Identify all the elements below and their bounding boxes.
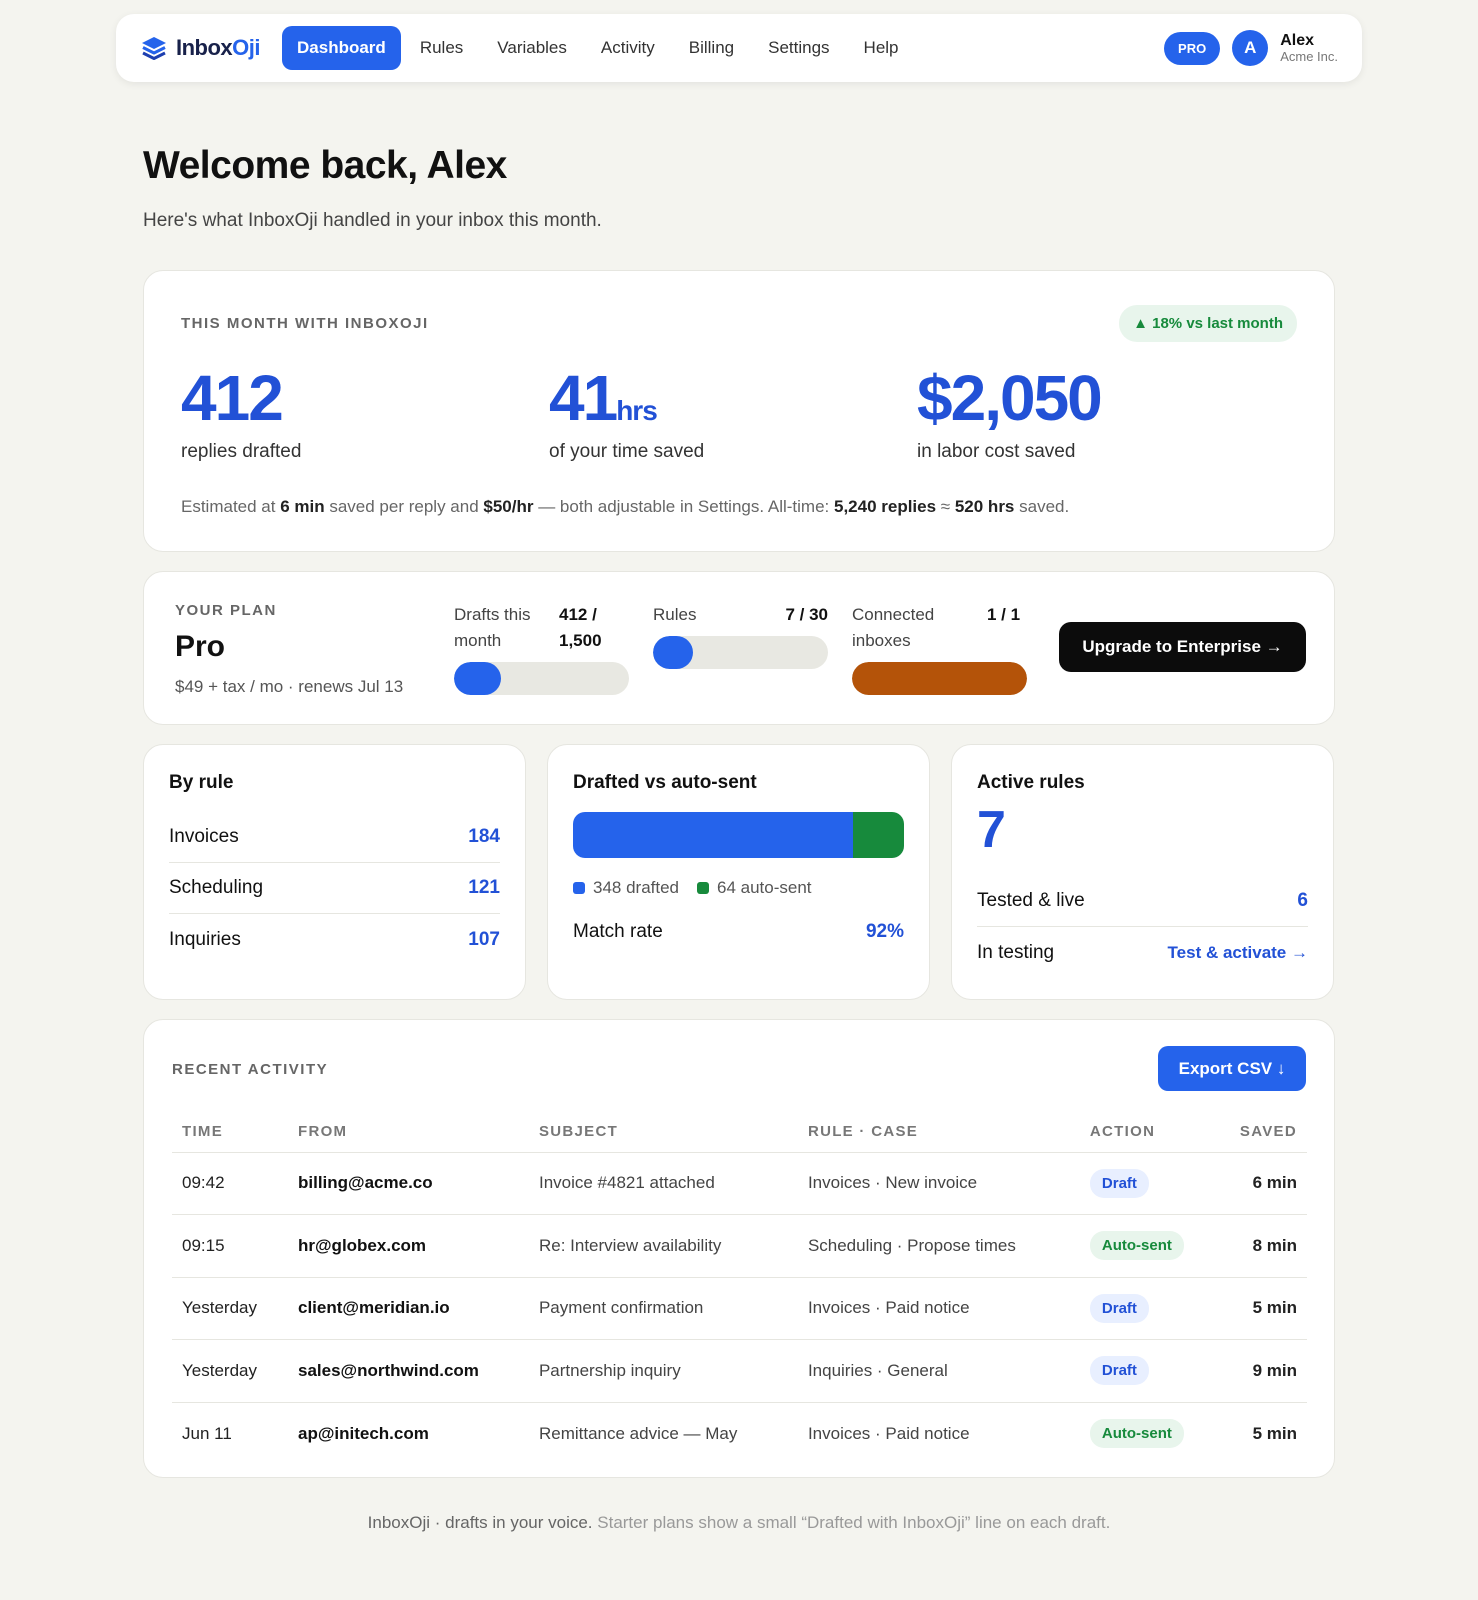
- nav-help[interactable]: Help: [849, 26, 914, 70]
- layers-icon: [142, 37, 166, 60]
- test-activate-link[interactable]: Test & activate →: [1168, 943, 1308, 963]
- activity-table: Time From Subject Rule · Case Action Sav…: [172, 1112, 1307, 1465]
- col-subject[interactable]: Subject: [529, 1112, 798, 1152]
- monthly-summary-card: This month with InboxOji ▲ 18% vs last m…: [143, 270, 1335, 552]
- stat-cost: $2,050 in labor cost saved: [917, 362, 1103, 463]
- nav-user-area: PRO A Alex Acme Inc.: [1164, 30, 1338, 66]
- stat-hours-value: 41hrs: [549, 362, 658, 434]
- col-time[interactable]: Time: [172, 1112, 288, 1152]
- meter-inboxes-fill: [852, 662, 1027, 695]
- estimate-note: Estimated at 6 min saved per reply and $…: [181, 497, 1070, 516]
- meter-drafts-bar: [454, 662, 629, 695]
- stat-cost-caption: in labor cost saved: [917, 441, 1076, 463]
- table-row[interactable]: Yesterday sales@northwind.com Partnershi…: [172, 1339, 1307, 1402]
- rule-row-invoices[interactable]: Invoices 184: [169, 812, 500, 863]
- action-badge: Draft: [1089, 1356, 1149, 1386]
- auto-sent-segment: [852, 812, 904, 858]
- table-header: Time From Subject Rule · Case Action Sav…: [172, 1112, 1307, 1152]
- meter-drafts-value: 412 / 1,500: [559, 605, 602, 650]
- active-rules-count: 7: [977, 801, 1006, 859]
- active-rules-title: Active rules: [977, 772, 1085, 793]
- plan-card: Your plan Pro $49 + tax / mo · renews Ju…: [143, 571, 1335, 725]
- export-csv-button[interactable]: Export CSV ↓: [1158, 1046, 1306, 1091]
- meter-drafts-title: Drafts this month: [454, 605, 531, 650]
- plan-badge[interactable]: PRO: [1164, 31, 1221, 65]
- action-badge: Auto-sent: [1089, 1231, 1184, 1261]
- tested-live-row: Tested & live 6: [977, 876, 1308, 927]
- nav-variables[interactable]: Variables: [482, 26, 582, 70]
- recent-activity-label: Recent activity: [172, 1061, 329, 1078]
- rule-row-scheduling[interactable]: Scheduling 121: [169, 863, 500, 914]
- user-info[interactable]: Alex Acme Inc.: [1280, 31, 1338, 64]
- split-legend: 348 drafted 64 auto-sent: [573, 878, 904, 898]
- page-title: Welcome back, Alex: [143, 144, 507, 187]
- stat-cost-value: $2,050: [917, 362, 1103, 434]
- stat-hours-unit: hrs: [616, 395, 658, 426]
- action-badge: Draft: [1089, 1293, 1149, 1323]
- meter-drafts-fill: [454, 662, 502, 695]
- legend-drafted: 348 drafted: [573, 878, 679, 898]
- page-subtitle: Here's what InboxOji handled in your inb…: [143, 210, 602, 231]
- drafted-vs-auto-title: Drafted vs auto-sent: [573, 772, 757, 793]
- meter-rules-fill: [653, 636, 694, 669]
- user-org: Acme Inc.: [1280, 48, 1338, 64]
- user-name: Alex: [1280, 31, 1314, 49]
- top-nav: InboxOji Dashboard Rules Variables Activ…: [116, 14, 1362, 82]
- drafted-swatch-icon: [573, 882, 585, 894]
- recent-activity-card: Recent activity Export CSV ↓ Time From S…: [143, 1019, 1335, 1478]
- stat-replies-value: 412: [181, 362, 284, 434]
- meter-inboxes-title: Connected inboxes: [852, 605, 935, 650]
- active-rules-card: Active rules 7 Tested & live 6 In testing…: [951, 744, 1334, 1000]
- brand-logo[interactable]: InboxOji: [140, 34, 261, 62]
- col-from[interactable]: From: [288, 1112, 529, 1152]
- table-row[interactable]: Jun 11 ap@initech.com Remittance advice …: [172, 1401, 1307, 1465]
- footer-note: InboxOji · drafts in your voice. Starter…: [367, 1513, 1111, 1532]
- nav-links: Dashboard Rules Variables Activity Billi…: [282, 26, 914, 70]
- col-action[interactable]: Action: [1080, 1112, 1230, 1152]
- meter-inboxes-bar: [852, 662, 1027, 695]
- rule-row-inquiries[interactable]: Inquiries 107: [169, 914, 500, 965]
- monthly-summary-label: This month with InboxOji: [181, 315, 429, 332]
- nav-settings[interactable]: Settings: [753, 26, 844, 70]
- col-rule-case[interactable]: Rule · Case: [798, 1112, 1080, 1152]
- legend-auto-sent: 64 auto-sent: [697, 878, 812, 898]
- by-rule-card: By rule Invoices 184 Scheduling 121 Inquir…: [143, 744, 526, 1000]
- auto-sent-swatch-icon: [697, 882, 710, 894]
- meter-drafts: Drafts this month 412 / 1,500: [454, 602, 629, 654]
- brand-name: InboxOji: [176, 35, 261, 60]
- col-saved[interactable]: Saved: [1230, 1112, 1307, 1152]
- nav-rules[interactable]: Rules: [405, 26, 478, 70]
- upgrade-button[interactable]: Upgrade to Enterprise →: [1059, 622, 1306, 672]
- drafted-vs-auto-card: Drafted vs auto-sent 348 drafted 64 auto…: [547, 744, 930, 1000]
- table-row[interactable]: 09:42 billing@acme.co Invoice #4821 atta…: [172, 1151, 1307, 1215]
- plan-price: $49 + tax / mo · renews Jul 13: [175, 677, 404, 696]
- plan-name: Pro: [175, 630, 226, 663]
- meter-inboxes-value: 1 / 1: [987, 605, 1021, 624]
- avatar[interactable]: A: [1232, 30, 1269, 66]
- in-testing-row: In testing Test & activate →: [977, 941, 1308, 963]
- meter-inboxes: Connected inboxes 1 / 1: [852, 602, 1027, 654]
- match-rate-row: Match rate 92%: [573, 920, 904, 942]
- trend-badge: ▲ 18% vs last month: [1119, 305, 1297, 342]
- meter-rules-bar: [653, 636, 828, 669]
- stat-replies: 412 replies drafted: [181, 363, 301, 463]
- stat-hours: 41hrs of your time saved: [549, 363, 704, 463]
- stat-hours-caption: of your time saved: [549, 441, 705, 463]
- action-badge: Draft: [1089, 1168, 1149, 1198]
- nav-dashboard[interactable]: Dashboard: [282, 26, 401, 70]
- drafted-auto-split-bar: [573, 812, 904, 858]
- by-rule-title: By rule: [169, 772, 234, 793]
- plan-label: Your plan: [175, 602, 277, 619]
- nav-activity[interactable]: Activity: [586, 26, 670, 70]
- stat-replies-caption: replies drafted: [181, 441, 302, 463]
- table-row[interactable]: Yesterday client@meridian.io Payment con…: [172, 1276, 1307, 1340]
- action-badge: Auto-sent: [1089, 1419, 1184, 1448]
- table-row[interactable]: 09:15 hr@globex.com Re: Interview availa…: [172, 1214, 1307, 1277]
- nav-billing[interactable]: Billing: [674, 26, 749, 70]
- drafted-segment: [573, 812, 853, 858]
